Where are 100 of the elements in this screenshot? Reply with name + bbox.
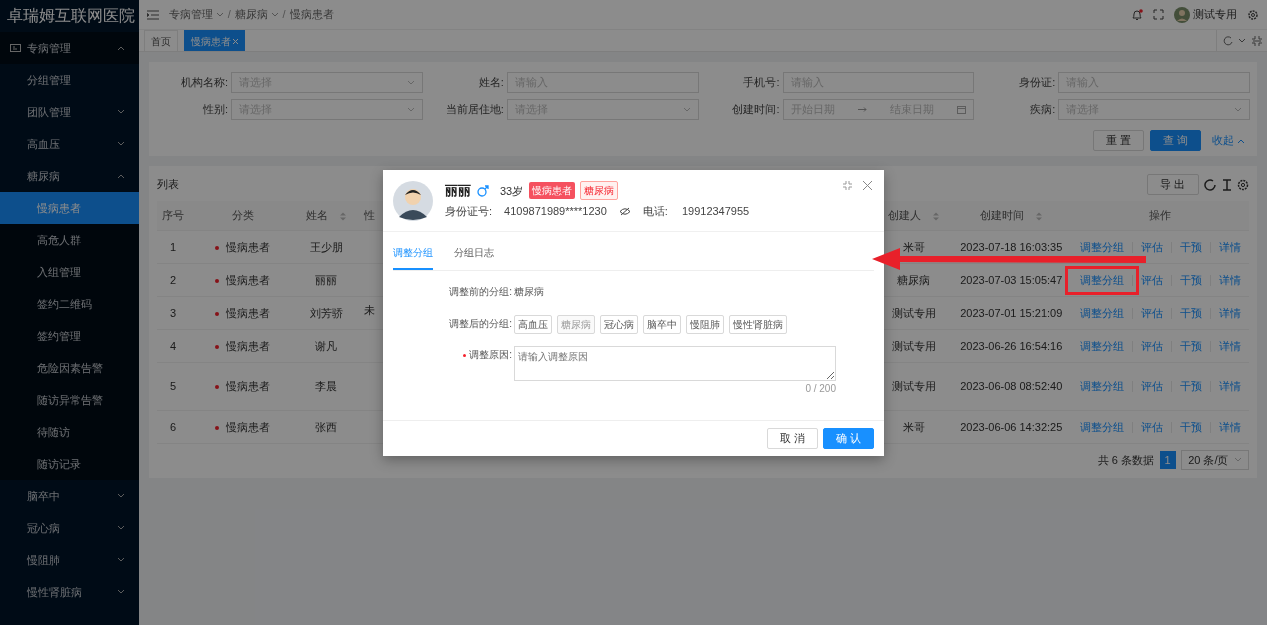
status-dot — [215, 425, 220, 430]
action-link[interactable]: 详情 — [1209, 274, 1249, 286]
sidebar-item[interactable]: 脑卒中 — [0, 480, 139, 512]
confirm-button[interactable]: 确 认 — [822, 428, 874, 449]
action-link[interactable]: 调整分组 — [1071, 340, 1132, 352]
table-cell: 2023-06-06 14:32:25 — [950, 410, 1072, 444]
action-link[interactable]: 评估 — [1131, 340, 1171, 352]
group-option[interactable]: 慢阻肺 — [686, 315, 724, 334]
chevron-up-icon[interactable] — [1237, 137, 1245, 144]
search-button[interactable]: 查 询 — [1149, 130, 1201, 151]
action-link[interactable]: 详情 — [1209, 307, 1249, 319]
close-icon[interactable] — [863, 181, 872, 190]
chevron-up-icon[interactable] — [117, 173, 125, 179]
sidebar-item[interactable]: 冠心病 — [0, 512, 139, 544]
sidebar-item[interactable]: 签约二维码 — [0, 288, 139, 320]
chevron-down-icon[interactable] — [1238, 37, 1246, 44]
settings-icon[interactable] — [1237, 178, 1249, 191]
sidebar-item[interactable]: 危险因素告警 — [0, 352, 139, 384]
dialog-tab[interactable]: 分组日志 — [454, 245, 494, 270]
action-link[interactable]: 调整分组 — [1071, 307, 1132, 319]
action-link[interactable]: 详情 — [1209, 241, 1249, 253]
group-option[interactable]: 脑卒中 — [643, 315, 681, 334]
sidebar-item[interactable]: 入组管理 — [0, 256, 139, 288]
breadcrumb-separator: / — [227, 7, 231, 23]
action-link[interactable]: 详情 — [1209, 381, 1249, 392]
chevron-down-icon[interactable] — [117, 493, 125, 499]
chevron-down-icon[interactable] — [682, 106, 691, 113]
sidebar-item[interactable]: 高危人群 — [0, 224, 139, 256]
collapse-link[interactable]: 收起 — [1212, 132, 1245, 149]
sidebar-item[interactable]: 慢性肾脏病 — [0, 576, 139, 608]
field-label: 疾病: — [1029, 102, 1057, 118]
chevron-down-icon[interactable] — [215, 11, 224, 18]
status-dot — [215, 245, 220, 250]
action-link[interactable]: 干预 — [1170, 307, 1210, 319]
sidebar-item[interactable]: 高血压 — [0, 128, 139, 160]
cancel-button[interactable]: 取 消 — [766, 428, 818, 449]
sidebar-item[interactable]: 待随访 — [0, 416, 139, 448]
action-link[interactable]: 详情 — [1209, 421, 1249, 433]
action-link[interactable]: 调整分组 — [1071, 381, 1132, 392]
action-link[interactable]: 评估 — [1131, 421, 1171, 433]
fullscreen-exit-icon[interactable] — [843, 181, 852, 190]
action-link[interactable]: 干预 — [1170, 274, 1210, 286]
sidebar-item[interactable]: 专病管理 — [0, 32, 139, 64]
chevron-down-icon[interactable] — [1234, 106, 1242, 113]
bell-icon[interactable] — [1131, 8, 1144, 21]
page-button[interactable]: 1 — [1159, 450, 1176, 469]
sidebar-label: 糖尿病 — [27, 168, 60, 184]
sidebar-item[interactable]: 签约管理 — [0, 320, 139, 352]
action-link[interactable]: 干预 — [1170, 241, 1210, 253]
sidebar-label: 高危人群 — [37, 232, 81, 248]
breadcrumb-item[interactable]: 慢病患者 — [289, 6, 334, 23]
action-link[interactable]: 详情 — [1209, 340, 1249, 352]
group-option[interactable]: 高血压 — [514, 315, 552, 334]
action-link[interactable]: 调整分组 — [1071, 421, 1132, 433]
dialog-tab[interactable]: 调整分组 — [393, 245, 433, 270]
chevron-down-icon[interactable] — [117, 589, 125, 595]
action-link[interactable]: 干预 — [1170, 340, 1210, 352]
chevron-down-icon[interactable] — [406, 106, 415, 113]
sidebar-item[interactable]: 慢阻肺 — [0, 544, 139, 576]
page-size-select[interactable]: 20 条/页 — [1181, 449, 1249, 470]
page-tab[interactable]: 首页 — [144, 30, 178, 51]
action-link[interactable]: 评估 — [1131, 241, 1171, 253]
action-link[interactable]: 评估 — [1131, 274, 1171, 286]
page-tab[interactable]: 慢病患者 — [184, 30, 245, 51]
chevron-down-icon[interactable] — [117, 141, 125, 147]
action-link[interactable]: 调整分组 — [1071, 274, 1132, 286]
chevron-down-icon[interactable] — [117, 109, 125, 115]
action-link[interactable]: 干预 — [1170, 381, 1210, 392]
action-link[interactable]: 评估 — [1131, 307, 1171, 319]
chevron-down-icon[interactable] — [270, 11, 279, 18]
group-option[interactable]: 冠心病 — [600, 315, 638, 334]
group-option[interactable]: 慢性肾脏病 — [729, 315, 787, 334]
reset-button[interactable]: 重 置 — [1093, 130, 1145, 151]
sidebar-item[interactable]: 糖尿病 — [0, 160, 139, 192]
column-height-icon[interactable] — [1221, 178, 1232, 191]
chevron-down-icon[interactable] — [406, 79, 415, 86]
fullscreen-icon[interactable] — [1153, 9, 1165, 20]
sidebar-item[interactable]: 团队管理 — [0, 96, 139, 128]
export-button[interactable]: 导 出 — [1147, 174, 1199, 195]
chevron-up-icon[interactable] — [117, 45, 125, 51]
chevron-down-icon[interactable] — [1234, 456, 1242, 463]
refresh-icon[interactable] — [1204, 178, 1216, 191]
settings-icon[interactable] — [1247, 8, 1259, 21]
action-link[interactable]: 评估 — [1131, 381, 1171, 392]
menu-icon[interactable] — [147, 9, 159, 20]
sidebar-item[interactable]: 慢病患者 — [0, 192, 139, 224]
sidebar-item[interactable]: 随访异常告警 — [0, 384, 139, 416]
breadcrumb-item[interactable]: 专病管理 — [169, 6, 224, 23]
reason-textarea[interactable]: 请输入调整原因 — [514, 346, 836, 381]
eye-off-icon[interactable] — [618, 207, 631, 217]
chevron-down-icon[interactable] — [117, 557, 125, 563]
table-cell: 4 — [157, 329, 189, 363]
collapse-icon[interactable] — [1251, 35, 1262, 46]
breadcrumb-item[interactable]: 糖尿病 — [234, 6, 279, 23]
action-link[interactable]: 干预 — [1170, 421, 1210, 433]
user-menu[interactable]: 测试专用 — [1174, 6, 1237, 23]
sidebar-item[interactable]: 分组管理 — [0, 64, 139, 96]
sidebar-item[interactable]: 随访记录 — [0, 448, 139, 480]
chevron-down-icon[interactable] — [117, 525, 125, 531]
refresh-icon[interactable] — [1222, 35, 1233, 46]
